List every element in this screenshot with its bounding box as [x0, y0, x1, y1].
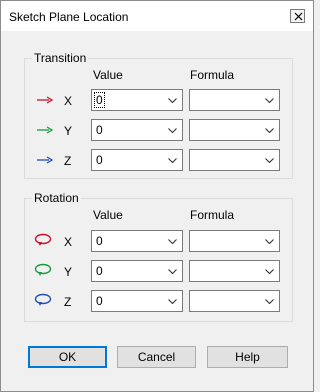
rotation-x-value: 0: [96, 234, 103, 248]
rotation-formula-header: Formula: [190, 208, 235, 222]
z-rotation-icon: [34, 293, 52, 306]
chevron-down-icon: [265, 239, 274, 244]
transition-value-header: Value: [93, 68, 123, 82]
rotation-z-formula-combo[interactable]: [189, 290, 280, 312]
rotation-value-header: Value: [93, 208, 123, 222]
transition-x-label: X: [64, 94, 73, 108]
chevron-down-icon: [265, 299, 274, 304]
sketch-plane-location-dialog: Sketch Plane Location Transition Value F…: [0, 0, 314, 392]
transition-y-value: 0: [96, 123, 103, 137]
chevron-down-icon: [168, 269, 177, 274]
rotation-y-formula-combo[interactable]: [189, 260, 280, 282]
chevron-down-icon: [168, 98, 177, 103]
transition-x-value-combo[interactable]: 0: [91, 89, 183, 111]
window-title: Sketch Plane Location: [9, 10, 129, 24]
chevron-down-icon: [265, 269, 274, 274]
rotation-x-value-combo[interactable]: 0: [91, 230, 183, 252]
chevron-down-icon: [168, 158, 177, 163]
rotation-z-value: 0: [96, 294, 103, 308]
transition-y-value-combo[interactable]: 0: [91, 119, 183, 141]
chevron-down-icon: [265, 158, 274, 163]
y-axis-arrow-icon: [37, 126, 54, 134]
help-button[interactable]: Help: [207, 346, 288, 368]
close-button[interactable]: [290, 9, 305, 23]
chevron-down-icon: [168, 239, 177, 244]
rotation-y-label: Y: [64, 265, 73, 279]
rotation-z-label: Z: [64, 295, 72, 309]
transition-group-title: Transition: [32, 51, 89, 65]
cancel-button[interactable]: Cancel: [117, 346, 196, 368]
chevron-down-icon: [168, 299, 177, 304]
y-rotation-icon: [34, 263, 52, 276]
chevron-down-icon: [168, 128, 177, 133]
transition-z-value: 0: [96, 153, 103, 167]
chevron-down-icon: [265, 128, 274, 133]
z-axis-arrow-icon: [37, 156, 54, 164]
ok-button[interactable]: OK: [28, 346, 107, 368]
rotation-y-value-combo[interactable]: 0: [91, 260, 183, 282]
transition-x-value: 0: [94, 92, 105, 108]
rotation-y-value: 0: [96, 264, 103, 278]
x-rotation-icon: [34, 233, 52, 246]
rotation-x-formula-combo[interactable]: [189, 230, 280, 252]
transition-y-label: Y: [64, 124, 73, 138]
transition-z-formula-combo[interactable]: [189, 149, 280, 171]
transition-y-formula-combo[interactable]: [189, 119, 280, 141]
transition-formula-header: Formula: [190, 68, 235, 82]
rotation-group-title: Rotation: [32, 191, 81, 205]
transition-z-label: Z: [64, 154, 72, 168]
x-axis-arrow-icon: [37, 96, 54, 104]
rotation-x-label: X: [64, 235, 73, 249]
close-icon: [294, 12, 303, 21]
rotation-z-value-combo[interactable]: 0: [91, 290, 183, 312]
title-bar[interactable]: Sketch Plane Location: [1, 1, 313, 31]
chevron-down-icon: [265, 98, 274, 103]
transition-z-value-combo[interactable]: 0: [91, 149, 183, 171]
transition-x-formula-combo[interactable]: [189, 89, 280, 111]
